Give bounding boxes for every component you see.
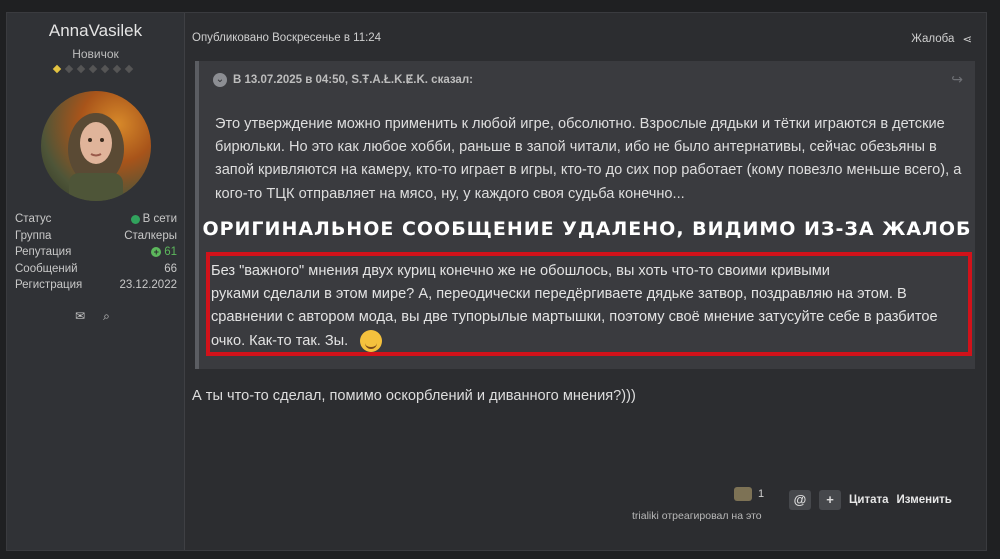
stat-reputation: Репутация +61: [15, 244, 177, 261]
stat-status: Статус В сети: [15, 211, 177, 228]
stat-group: Группа Сталкеры: [15, 228, 177, 245]
user-actions: ✉ ⌕: [75, 309, 110, 324]
post-header-actions: Жалоба ⋖: [911, 32, 972, 46]
quote-block: ⌄ В 13.07.2025 в 04:50, S.Ŧ.A.Ł.K.Ɇ.K. с…: [195, 61, 975, 369]
stat-registration: Регистрация 23.12.2022: [15, 277, 177, 294]
reply-text: А ты что-то сделал, помимо оскорблений и…: [192, 388, 636, 404]
reaction-summary[interactable]: 1: [734, 487, 764, 501]
share-icon[interactable]: ⋖: [962, 32, 972, 46]
hugging-emoji-icon: [360, 329, 383, 352]
rank-star-icon: [88, 64, 98, 74]
stat-value: 23.12.2022: [119, 279, 177, 291]
plus-icon: +: [151, 247, 162, 258]
reply-arrow-icon[interactable]: ↪: [951, 71, 963, 88]
stat-label: Группа: [15, 229, 52, 242]
avatar[interactable]: [41, 91, 151, 201]
rank-indicator: [52, 64, 134, 74]
post-container: AnnaVasilek Новичок Статус В сети Группа…: [6, 12, 987, 551]
reaction-count: 1: [758, 488, 765, 500]
rank-star-icon: [100, 64, 110, 74]
online-status-icon: [130, 214, 140, 224]
stat-value: 61: [164, 246, 177, 258]
quote-author[interactable]: В 13.07.2025 в 04:50, S.Ŧ.A.Ł.K.Ɇ.K. ска…: [233, 74, 473, 86]
report-link[interactable]: Жалоба: [911, 33, 954, 45]
rank-star-icon: [76, 64, 86, 74]
removed-banner: Оригинальное сообщение удалено, видимо и…: [202, 218, 972, 240]
search-icon[interactable]: ⌕: [103, 309, 110, 324]
highlighted-rest: руками сделали в этом мире? А, переодиче…: [211, 286, 938, 349]
envelope-icon[interactable]: ✉: [75, 309, 85, 324]
stat-value: Сталкеры: [124, 229, 177, 242]
rank-star-icon: [124, 64, 134, 74]
username[interactable]: AnnaVasilek: [7, 21, 184, 41]
rank-star-icon: [52, 64, 62, 74]
post-footer-actions: @ + Цитата Изменить: [789, 490, 952, 510]
user-stats: Статус В сети Группа Сталкеры Репутация …: [15, 211, 177, 294]
edit-button[interactable]: Изменить: [897, 494, 952, 506]
chevron-down-icon[interactable]: ⌄: [213, 73, 227, 87]
stat-label: Статус: [15, 213, 52, 225]
rank-star-icon: [112, 64, 122, 74]
stat-messages: Сообщений 66: [15, 261, 177, 278]
highlighted-text: Без "важного" мнения двух куриц конечно …: [211, 260, 961, 353]
stat-label: Регистрация: [15, 279, 83, 291]
post-date[interactable]: Опубликовано Воскресенье в 11:24: [192, 32, 381, 44]
stat-value: В сети: [142, 213, 177, 225]
quote-header[interactable]: ⌄ В 13.07.2025 в 04:50, S.Ŧ.A.Ł.K.Ɇ.K. с…: [213, 73, 473, 87]
reaction-icon: [734, 487, 752, 501]
reaction-note[interactable]: trialiki отреагировал на это: [632, 510, 762, 522]
quote-text: Это утверждение можно применить к любой …: [215, 116, 962, 202]
stat-label: Сообщений: [15, 262, 78, 275]
stat-value: 66: [164, 262, 177, 275]
highlighted-line-1: Без "важного" мнения двух куриц конечно …: [211, 263, 830, 279]
stat-label: Репутация: [15, 246, 72, 258]
user-title: Новичок: [72, 47, 119, 61]
quote-button[interactable]: Цитата: [849, 494, 889, 506]
user-sidebar: AnnaVasilek Новичок Статус В сети Группа…: [7, 13, 185, 550]
mention-button[interactable]: @: [789, 490, 811, 510]
rank-star-icon: [64, 64, 74, 74]
multiquote-button[interactable]: +: [819, 490, 841, 510]
